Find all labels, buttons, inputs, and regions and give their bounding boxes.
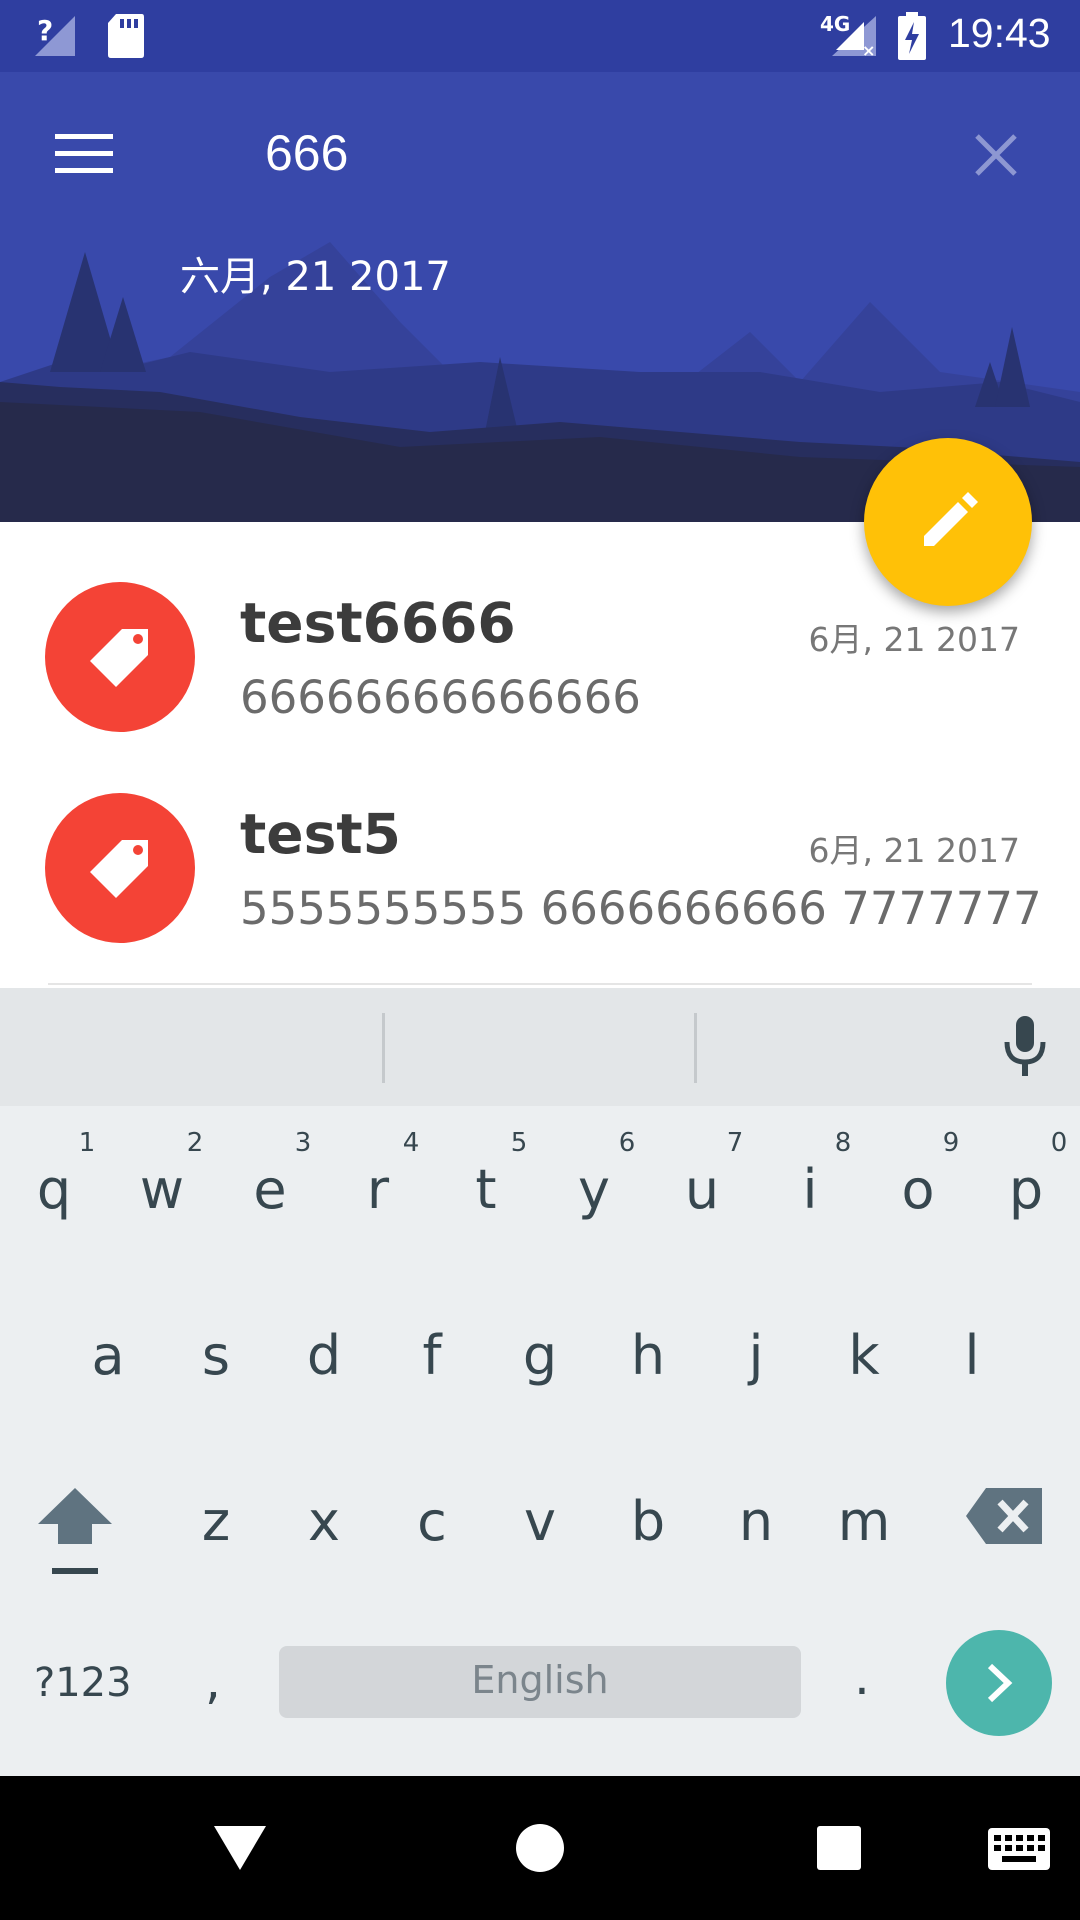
key-z[interactable]: z bbox=[166, 1490, 266, 1553]
sd-card-icon bbox=[108, 14, 144, 58]
note-title: test5 bbox=[240, 802, 401, 866]
key-b[interactable]: b bbox=[598, 1490, 698, 1553]
status-bar: ? 4G × 19:43 bbox=[0, 0, 1080, 72]
comma-key[interactable]: , bbox=[205, 1652, 221, 1710]
note-title: test6666 bbox=[240, 591, 516, 655]
key-hint: 0 bbox=[1050, 1128, 1068, 1158]
key-f[interactable]: f bbox=[382, 1324, 482, 1387]
microphone-icon[interactable] bbox=[1002, 1016, 1048, 1080]
go-key[interactable] bbox=[946, 1630, 1052, 1736]
menu-icon[interactable] bbox=[55, 134, 113, 174]
key-n[interactable]: n bbox=[706, 1490, 806, 1553]
note-date: 6月, 21 2017 bbox=[808, 620, 1020, 659]
tag-icon bbox=[90, 629, 148, 687]
svg-text:?: ? bbox=[37, 14, 53, 47]
key-r[interactable]: r bbox=[328, 1158, 428, 1221]
chevron-right-icon bbox=[987, 1663, 1013, 1703]
key-x[interactable]: x bbox=[274, 1490, 374, 1553]
home-icon[interactable] bbox=[516, 1824, 564, 1872]
key-hint: 1 bbox=[78, 1128, 96, 1158]
key-g[interactable]: g bbox=[490, 1324, 590, 1387]
pencil-icon bbox=[924, 492, 978, 546]
key-k[interactable]: k bbox=[814, 1324, 914, 1387]
key-t[interactable]: t bbox=[436, 1158, 536, 1221]
clock: 19:43 bbox=[948, 10, 1051, 56]
header-date: 六月, 21 2017 bbox=[180, 254, 451, 300]
signal-unknown-icon: ? bbox=[35, 14, 75, 56]
divider bbox=[48, 983, 1032, 985]
key-q[interactable]: q bbox=[4, 1158, 104, 1221]
key-hint: 5 bbox=[510, 1128, 528, 1158]
key-v[interactable]: v bbox=[490, 1490, 590, 1553]
close-icon[interactable] bbox=[973, 132, 1019, 178]
note-avatar bbox=[45, 582, 195, 732]
key-hint: 9 bbox=[942, 1128, 960, 1158]
key-j[interactable]: j bbox=[706, 1324, 806, 1387]
note-avatar bbox=[45, 793, 195, 943]
tag-icon bbox=[90, 840, 148, 898]
key-l[interactable]: l bbox=[922, 1324, 1022, 1387]
key-m[interactable]: m bbox=[814, 1490, 914, 1553]
key-e[interactable]: e bbox=[220, 1158, 320, 1221]
space-key[interactable]: English bbox=[279, 1646, 801, 1718]
key-i[interactable]: i bbox=[760, 1158, 860, 1221]
key-s[interactable]: s bbox=[166, 1324, 266, 1387]
space-key-label: English bbox=[471, 1658, 609, 1702]
period-key[interactable]: . bbox=[854, 1648, 870, 1706]
key-hint: 4 bbox=[402, 1128, 420, 1158]
back-icon[interactable] bbox=[214, 1824, 266, 1872]
note-date: 6月, 21 2017 bbox=[808, 831, 1020, 870]
key-c[interactable]: c bbox=[382, 1490, 482, 1553]
key-hint: 6 bbox=[618, 1128, 636, 1158]
backspace-icon[interactable] bbox=[966, 1488, 1042, 1544]
key-hint: 7 bbox=[726, 1128, 744, 1158]
list-item[interactable]: test5 6月, 21 2017 5555555555 6666666666 … bbox=[0, 762, 1080, 985]
svg-text:×: × bbox=[862, 41, 875, 58]
signal-x-icon: × bbox=[832, 16, 876, 58]
keyboard-icon[interactable] bbox=[988, 1828, 1050, 1870]
search-query[interactable]: 666 bbox=[265, 124, 348, 182]
key-h[interactable]: h bbox=[598, 1324, 698, 1387]
suggestion-divider bbox=[382, 1013, 385, 1083]
soft-keyboard: 1 q 2 w 3 e 4 r 5 t 6 y 7 u 8 i 9 o 0 p … bbox=[0, 988, 1080, 1776]
key-y[interactable]: y bbox=[544, 1158, 644, 1221]
key-hint: 3 bbox=[294, 1128, 312, 1158]
recents-icon[interactable] bbox=[817, 1826, 861, 1870]
battery-charging-icon bbox=[898, 12, 926, 60]
navigation-bar bbox=[0, 1776, 1080, 1920]
shift-icon[interactable] bbox=[38, 1488, 112, 1578]
note-body: 5555555555 6666666666 7777777 bbox=[240, 882, 1042, 935]
suggestion-strip bbox=[0, 988, 1080, 1106]
key-w[interactable]: w bbox=[112, 1158, 212, 1221]
key-d[interactable]: d bbox=[274, 1324, 374, 1387]
compose-fab[interactable] bbox=[864, 438, 1032, 606]
key-hint: 2 bbox=[186, 1128, 204, 1158]
key-hint: 8 bbox=[834, 1128, 852, 1158]
suggestion-divider bbox=[694, 1013, 697, 1083]
symbols-key[interactable]: ?123 bbox=[34, 1660, 132, 1706]
key-o[interactable]: o bbox=[868, 1158, 968, 1221]
key-a[interactable]: a bbox=[58, 1324, 158, 1387]
note-body: 66666666666666 bbox=[240, 671, 641, 724]
key-u[interactable]: u bbox=[652, 1158, 752, 1221]
key-p[interactable]: p bbox=[976, 1158, 1076, 1221]
